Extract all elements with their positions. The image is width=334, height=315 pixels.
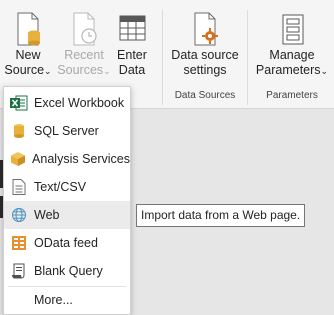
- manage-parameters-label-2: Parameters: [255, 63, 321, 77]
- menu-item-blank-query[interactable]: Blank Query: [4, 257, 130, 285]
- menu-item-label: Blank Query: [34, 264, 103, 278]
- menu-item-more[interactable]: More...: [4, 286, 130, 314]
- table-icon: [119, 15, 146, 41]
- database-icon: [4, 117, 34, 145]
- new-source-button[interactable]: New Source⌄: [2, 12, 54, 79]
- new-source-menu: Excel Workbook SQL Server Analysis Servi…: [3, 86, 131, 315]
- manage-parameters-label-1: Manage: [269, 48, 315, 62]
- enter-data-label-1: Enter: [117, 48, 147, 62]
- cube-icon: [4, 145, 32, 173]
- menu-item-label: SQL Server: [34, 124, 99, 138]
- menu-item-excel-workbook[interactable]: Excel Workbook: [4, 89, 130, 117]
- recent-sources-label-1: Recent: [64, 48, 104, 62]
- new-source-label-2: Source: [4, 63, 45, 77]
- enter-data-label-2: Data: [118, 63, 146, 77]
- ribbon-separator: [247, 10, 248, 105]
- tooltip: Import data from a Web page.: [136, 204, 306, 227]
- enter-data-button[interactable]: Enter Data: [113, 12, 151, 78]
- menu-item-label: OData feed: [34, 236, 98, 250]
- menu-item-sql-server[interactable]: SQL Server: [4, 117, 130, 145]
- menu-item-odata-feed[interactable]: OData feed: [4, 229, 130, 257]
- data-source-settings-icon: [194, 12, 218, 46]
- new-source-icon: [17, 12, 40, 46]
- blank-query-icon: [4, 257, 34, 285]
- menu-item-analysis-services[interactable]: Analysis Services: [4, 145, 130, 173]
- chevron-down-icon: ⌄: [44, 66, 52, 76]
- odata-icon: [4, 229, 34, 257]
- data-source-settings-label-2: settings: [183, 63, 227, 77]
- chevron-down-icon: ⌄: [103, 66, 111, 76]
- menu-item-label: Analysis Services: [32, 152, 130, 166]
- text-file-icon: [4, 173, 34, 201]
- new-source-label-1: New: [15, 48, 41, 62]
- menu-item-label: Web: [34, 208, 60, 222]
- recent-sources-label-2: Sources: [57, 63, 104, 77]
- group-label-data-sources: Data Sources: [174, 90, 236, 101]
- menu-item-text-csv[interactable]: Text/CSV: [4, 173, 130, 201]
- chevron-down-icon: ⌄: [320, 66, 329, 76]
- ribbon-separator: [162, 10, 163, 105]
- data-source-settings-label-1: Data source: [171, 48, 239, 62]
- recent-sources-button[interactable]: Recent Sources⌄: [56, 12, 112, 79]
- menu-item-web[interactable]: Web: [4, 201, 130, 229]
- manage-parameters-button[interactable]: Manage Parameters⌄: [254, 12, 330, 79]
- menu-item-label: Text/CSV: [34, 180, 87, 194]
- group-label-parameters: Parameters: [266, 90, 318, 101]
- recent-sources-icon: [73, 12, 97, 46]
- menu-item-label: Excel Workbook: [34, 96, 125, 110]
- parameters-icon: [282, 14, 304, 45]
- menu-item-label: More...: [34, 293, 73, 307]
- excel-icon: [4, 89, 34, 117]
- globe-icon: [4, 201, 34, 229]
- data-source-settings-button[interactable]: Data source settings: [168, 12, 242, 78]
